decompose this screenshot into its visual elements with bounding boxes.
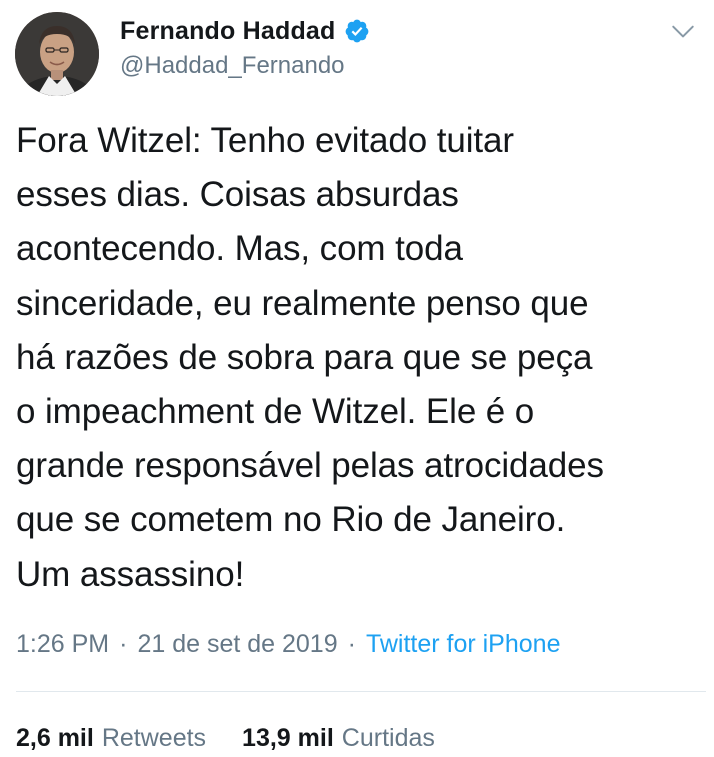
likes-label: Curtidas bbox=[341, 723, 435, 752]
retweets-stat[interactable]: 2,6 mil Retweets bbox=[16, 724, 206, 753]
tweet-menu-button[interactable] bbox=[668, 18, 698, 48]
tweet-body-text: Fora Witzel: Tenho evitado tuitar esses … bbox=[16, 121, 604, 594]
tweet-card: Fernando Haddad @Haddad_Fernando Fora Wi… bbox=[0, 0, 714, 757]
retweets-count: 2,6 mil bbox=[16, 723, 94, 752]
likes-stat[interactable]: 13,9 mil Curtidas bbox=[242, 724, 435, 753]
chevron-down-icon bbox=[670, 18, 696, 49]
author-display-name[interactable]: Fernando Haddad bbox=[120, 17, 336, 46]
tweet-date[interactable]: 21 de set de 2019 bbox=[137, 630, 337, 659]
verified-badge-icon bbox=[344, 18, 370, 44]
tweet-stats: 2,6 mil Retweets 13,9 mil Curtidas bbox=[16, 720, 435, 756]
author-avatar[interactable] bbox=[15, 12, 99, 96]
tweet-source-link[interactable]: Twitter for iPhone bbox=[366, 630, 561, 659]
author-name-row[interactable]: Fernando Haddad bbox=[120, 14, 370, 48]
avatar-photo-icon bbox=[15, 12, 99, 96]
stats-divider bbox=[16, 691, 706, 692]
tweet-time[interactable]: 1:26 PM bbox=[16, 630, 109, 659]
likes-count: 13,9 mil bbox=[242, 723, 334, 752]
meta-separator: · bbox=[347, 629, 356, 658]
tweet-meta: 1:26 PM · 21 de set de 2019 · Twitter fo… bbox=[16, 626, 560, 662]
meta-separator: · bbox=[119, 629, 128, 658]
retweets-label: Retweets bbox=[101, 723, 207, 752]
author-handle[interactable]: @Haddad_Fernando bbox=[120, 52, 345, 80]
